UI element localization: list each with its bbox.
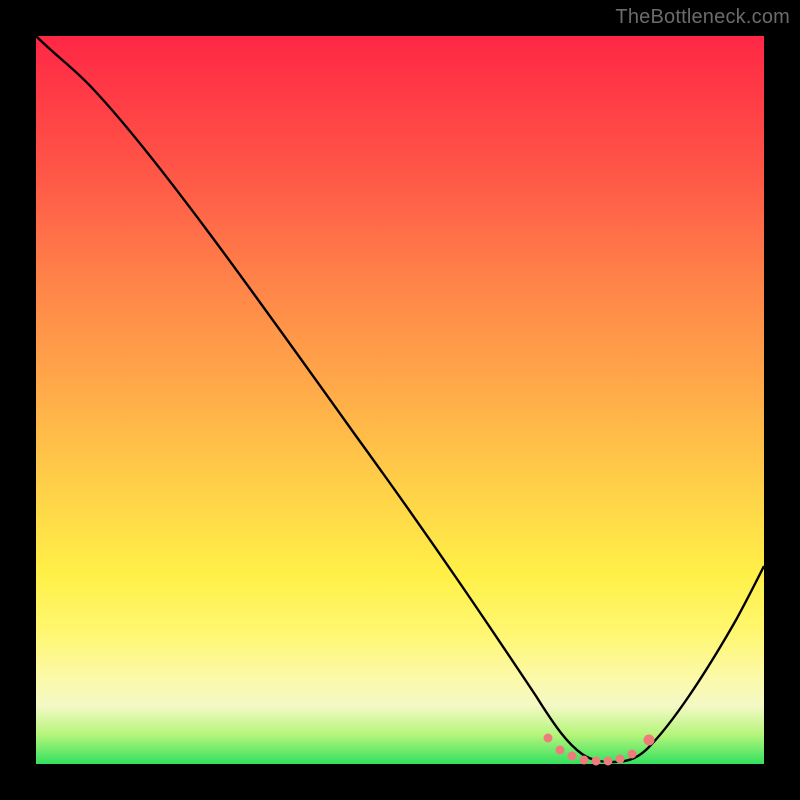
bottleneck-curve (36, 36, 764, 762)
plot-area (36, 36, 764, 764)
watermark-text: TheBottleneck.com (615, 6, 790, 29)
valley-dots (544, 734, 654, 765)
curve-layer (36, 36, 764, 764)
chart-frame: TheBottleneck.com (0, 0, 800, 800)
